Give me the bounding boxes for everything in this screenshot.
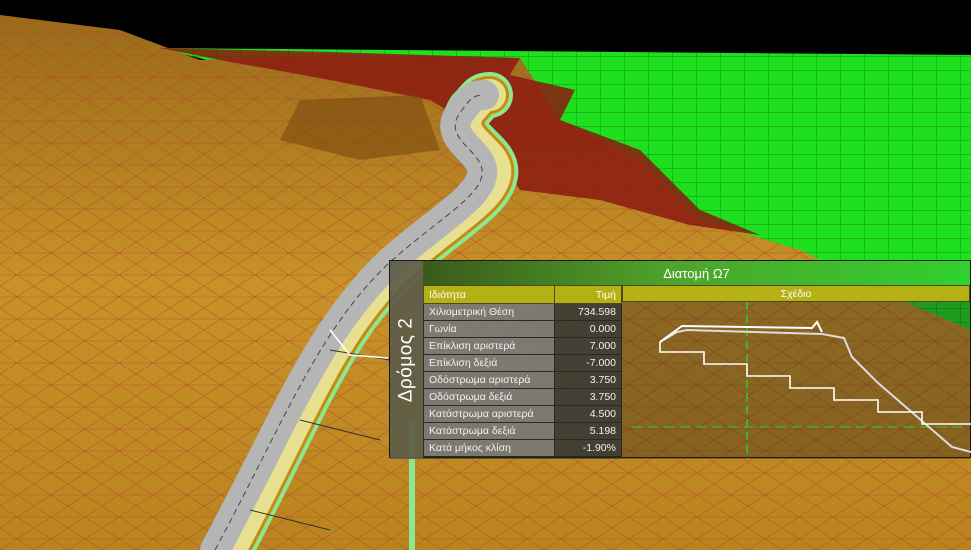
property-label: Οδόστρωμα αριστερά <box>423 371 555 389</box>
property-value[interactable]: 5.198 <box>554 422 622 440</box>
property-label: Χιλιομετρική Θέση <box>423 303 555 321</box>
cross-section-title-bar: Διατομή Ω7 <box>423 261 970 286</box>
property-value[interactable]: 3.750 <box>554 388 622 406</box>
drawing-header-label: Σχέδιο <box>780 287 812 300</box>
property-label: Οδόστρωμα δεξιά <box>423 388 555 406</box>
terrain-profile-line <box>659 328 971 453</box>
table-row[interactable]: Κατάστρωμα αριστερά 4.500 <box>423 405 622 423</box>
table-row[interactable]: Γωνία 0.000 <box>423 320 622 338</box>
properties-table-container: Ιδιότητα Τιμή Χιλιομετρική Θέση 734.598 Γω… <box>423 285 622 459</box>
table-row[interactable]: Επίκλιση δεξιά -7.000 <box>423 354 622 372</box>
property-label: Κατάστρωμα αριστερά <box>423 405 555 423</box>
property-label: Επίκλιση αριστερά <box>423 337 555 355</box>
table-row[interactable]: Χιλιομετρική Θέση 734.598 <box>423 303 622 321</box>
property-label: Γωνία <box>423 320 555 338</box>
property-value[interactable]: -7.000 <box>554 354 622 372</box>
road-name-tab[interactable]: Δρόμος 2 <box>390 261 423 459</box>
property-label: Κατά μήκος κλίση <box>423 439 555 457</box>
table-header-row: Ιδιότητα Τιμή <box>423 285 622 304</box>
property-value[interactable]: 3.750 <box>554 371 622 389</box>
property-label: Επίκλιση δεξιά <box>423 354 555 372</box>
property-value[interactable]: 734.598 <box>554 303 622 321</box>
property-value[interactable]: 4.500 <box>554 405 622 423</box>
cross-section-panel: Δρόμος 2 Διατομή Ω7 Ιδιότητα Τιμή Χιλιομ… <box>389 260 971 459</box>
road-name-label: Δρόμος 2 <box>395 317 417 403</box>
section-drawing-area: Σχέδιο <box>622 285 971 459</box>
table-row[interactable]: Οδόστρωμα δεξιά 3.750 <box>423 388 622 406</box>
cross-section-title: Διατομή Ω7 <box>663 265 730 281</box>
column-header-drawing[interactable]: Σχέδιο <box>622 285 970 302</box>
property-value[interactable]: 0.000 <box>554 320 622 338</box>
column-header-property[interactable]: Ιδιότητα <box>423 285 555 304</box>
table-row[interactable]: Κατά μήκος κλίση -1.90% <box>423 439 622 457</box>
cross-section-drawing <box>632 302 971 459</box>
property-label: Κατάστρωμα δεξιά <box>423 422 555 440</box>
table-row[interactable]: Κατάστρωμα δεξιά 5.198 <box>423 422 622 440</box>
stepped-subgrade-line <box>659 342 971 425</box>
property-value[interactable]: 7.000 <box>554 337 622 355</box>
table-row[interactable]: Οδόστρωμα αριστερά 3.750 <box>423 371 622 389</box>
property-value[interactable]: -1.90% <box>554 439 622 457</box>
properties-table: Ιδιότητα Τιμή Χιλιομετρική Θέση 734.598 Γω… <box>423 285 622 457</box>
column-header-value[interactable]: Τιμή <box>554 285 622 304</box>
table-row[interactable]: Επίκλιση αριστερά 7.000 <box>423 337 622 355</box>
